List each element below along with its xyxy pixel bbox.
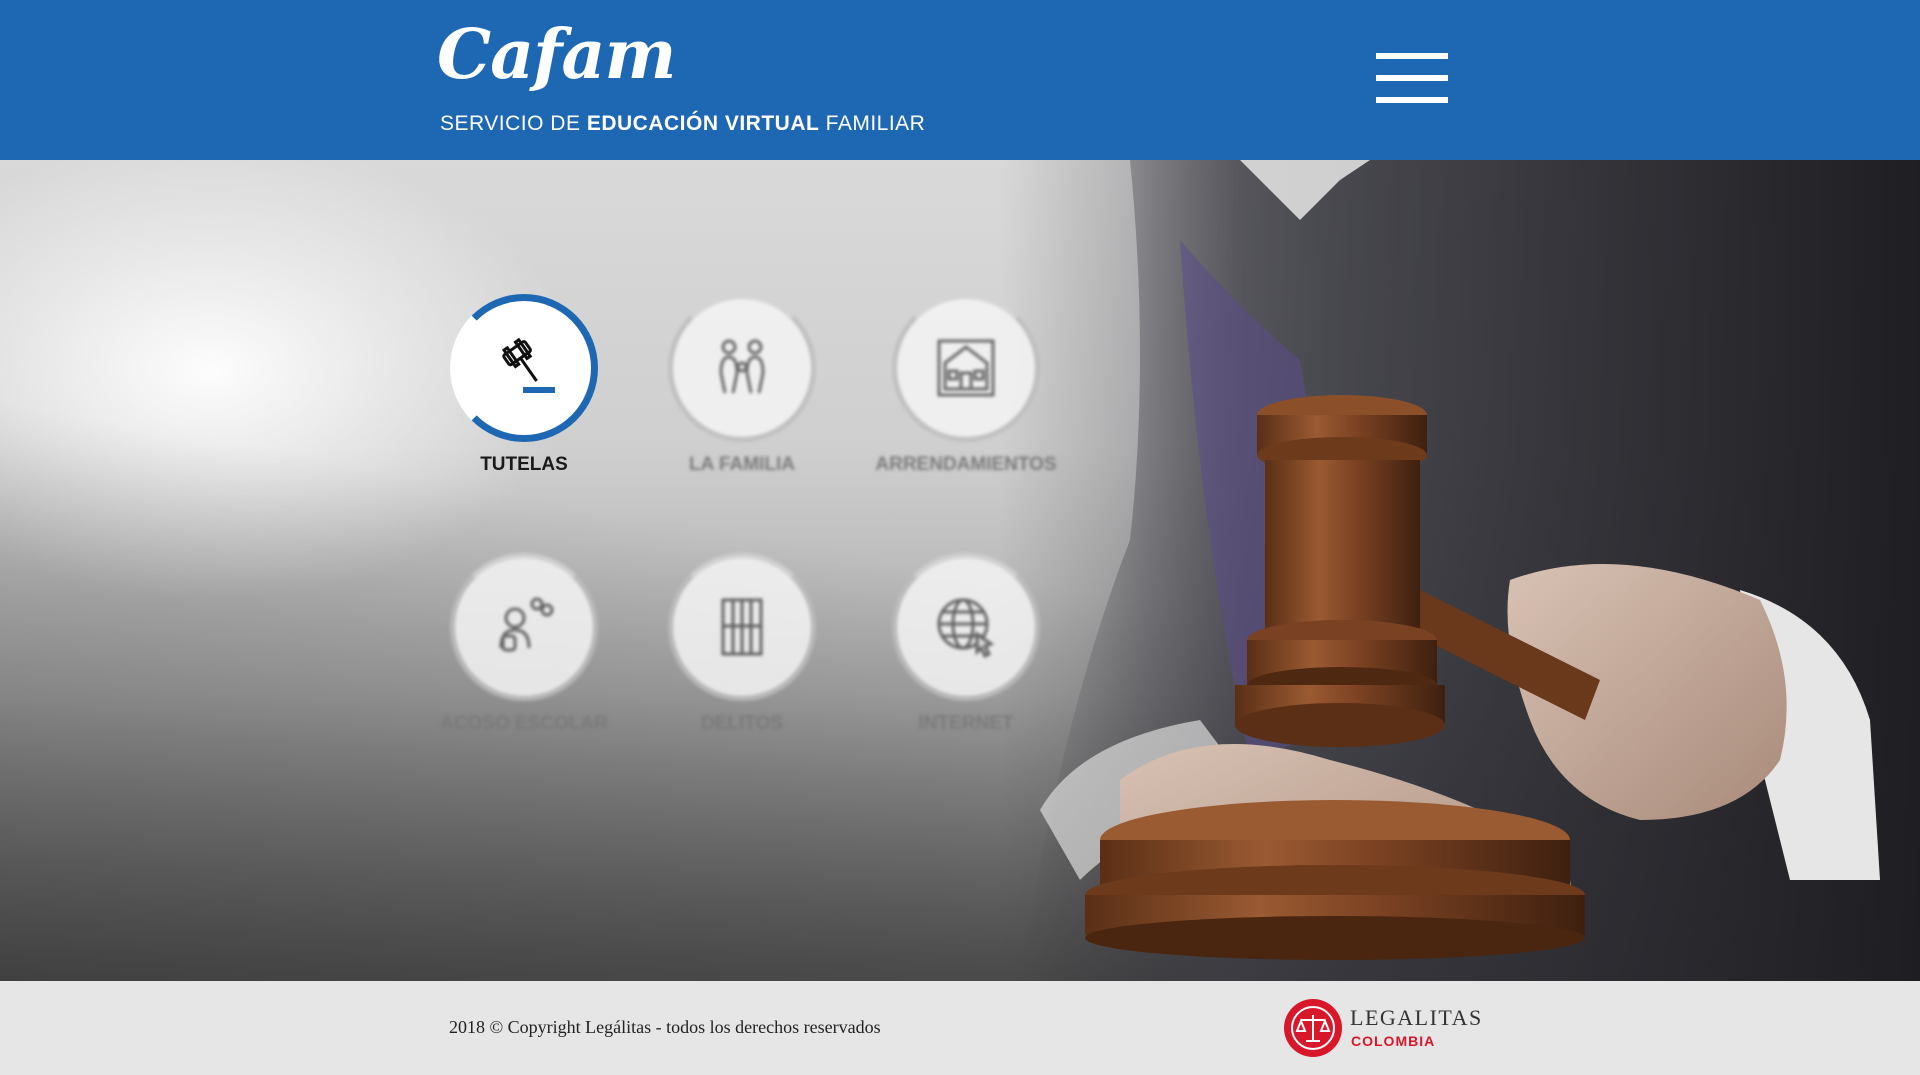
topic-circle[interactable] — [450, 553, 598, 701]
scales-of-justice-icon — [1284, 999, 1342, 1057]
topic-delitos[interactable]: DELITOS — [642, 553, 842, 735]
gavel-icon — [501, 337, 555, 393]
jail-icon — [721, 598, 763, 656]
tagline-bold: EDUCACIÓN VIRTUAL — [586, 112, 820, 135]
copyright-text: 2018 © Copyright Legálitas - todos los d… — [449, 1017, 881, 1037]
topic-circle[interactable] — [892, 553, 1040, 701]
partner-name: LEGALITAS — [1350, 1005, 1483, 1030]
topic-tutelas[interactable]: TUTELAS — [424, 294, 624, 476]
topic-arrendamientos[interactable]: ARRENDAMIENTOS — [866, 294, 1066, 476]
cafam-logo[interactable]: Cafam — [437, 14, 676, 96]
topic-label: DELITOS — [701, 713, 783, 734]
topic-label: INTERNET — [918, 713, 1014, 734]
site-tagline: SERVICIO DE EDUCACIÓN VIRTUAL FAMILIAR — [440, 112, 925, 136]
site-header: Cafam SERVICIO DE EDUCACIÓN VIRTUAL FAMI… — [0, 0, 1920, 160]
hero-banner: TUTELAS LA FAMILIA ARRENDAMIENTOS ACOSO … — [0, 160, 1920, 981]
topic-label: TUTELAS — [480, 454, 568, 475]
topic-label: LA FAMILIA — [689, 454, 795, 475]
hamburger-menu-icon[interactable] — [1376, 53, 1448, 105]
tagline-suffix: FAMILIAR — [819, 112, 926, 135]
topic-circle[interactable] — [668, 553, 816, 701]
topic-la-familia[interactable]: LA FAMILIA — [642, 294, 842, 476]
topic-circle[interactable] — [668, 294, 816, 442]
site-footer: 2018 © Copyright Legálitas - todos los d… — [0, 981, 1920, 1075]
topic-internet[interactable]: INTERNET — [866, 553, 1066, 735]
house-icon — [937, 339, 995, 397]
topic-circle[interactable] — [892, 294, 1040, 442]
legalitas-logo[interactable]: LEGALITAS COLOMBIA — [1284, 999, 1484, 1057]
topic-acoso-escolar[interactable]: ACOSO ESCOLAR — [424, 553, 624, 735]
tagline-prefix: SERVICIO DE — [440, 112, 587, 135]
topic-label: ARRENDAMIENTOS — [875, 454, 1057, 475]
topic-label: ACOSO ESCOLAR — [440, 713, 608, 734]
bullying-icon — [499, 597, 554, 652]
family-icon — [719, 339, 765, 394]
topic-circle[interactable] — [450, 294, 598, 442]
globe-cursor-icon — [937, 598, 995, 659]
partner-country: COLOMBIA — [1351, 1033, 1436, 1049]
